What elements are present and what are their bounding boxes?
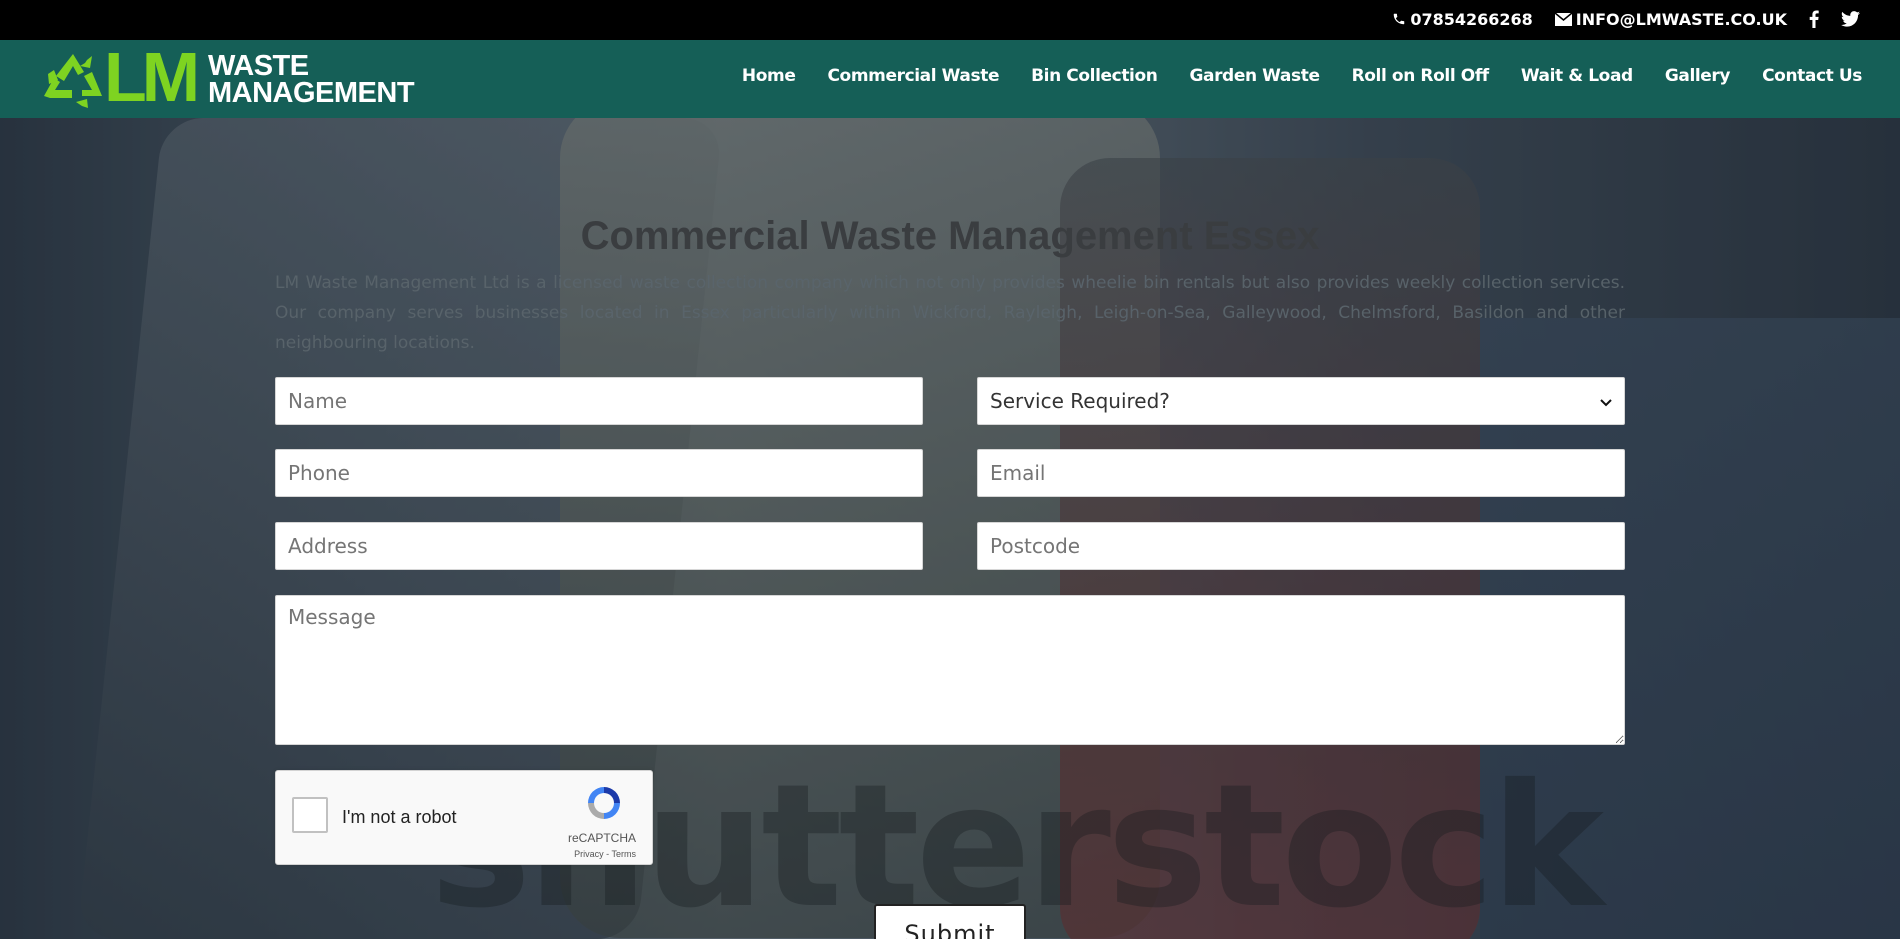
twitter-icon[interactable]: [1841, 11, 1860, 27]
nav-wait-and-load[interactable]: Wait & Load: [1521, 66, 1633, 86]
recaptcha-logo-icon: [584, 783, 624, 828]
top-bar: 07854266268 INFO@LMWASTE.CO.UK: [0, 0, 1900, 40]
site-header: LM WASTE MANAGEMENT Home Commercial Wast…: [0, 40, 1900, 118]
logo-wordmark: WASTE MANAGEMENT: [208, 50, 415, 109]
name-input[interactable]: [275, 377, 923, 425]
phone-link[interactable]: 07854266268: [1392, 9, 1533, 29]
phone-input[interactable]: [275, 449, 923, 497]
page-title: Commercial Waste Management Essex: [580, 214, 1320, 258]
mail-icon: [1554, 12, 1572, 26]
top-contact: 07854266268 INFO@LMWASTE.CO.UK: [1392, 9, 1860, 29]
nav-gallery[interactable]: Gallery: [1665, 66, 1731, 86]
nav-commercial-waste[interactable]: Commercial Waste: [827, 66, 999, 86]
email-input[interactable]: [977, 449, 1625, 497]
phone-icon: [1392, 12, 1406, 26]
nav-home[interactable]: Home: [742, 66, 796, 86]
message-textarea[interactable]: [275, 595, 1625, 745]
postcode-input[interactable]: [977, 522, 1625, 570]
address-input[interactable]: [275, 522, 923, 570]
logo-line-1: WASTE: [208, 50, 309, 82]
email-address: INFO@LMWASTE.CO.UK: [1575, 9, 1787, 29]
recaptcha-brand: reCAPTCHA: [567, 831, 636, 845]
nav-contact-us[interactable]: Contact Us: [1762, 66, 1862, 86]
email-link[interactable]: INFO@LMWASTE.CO.UK: [1554, 9, 1787, 29]
facebook-icon[interactable]: [1809, 10, 1819, 28]
nav-bin-collection[interactable]: Bin Collection: [1031, 66, 1158, 86]
nav-roll-on-roll-off[interactable]: Roll on Roll Off: [1352, 66, 1490, 86]
recaptcha-widget: I'm not a robot reCAPTCHA Privacy - Term…: [275, 770, 653, 865]
phone-number: 07854266268: [1410, 9, 1533, 29]
logo-line-2: MANAGEMENT: [208, 77, 415, 109]
recaptcha-label: I'm not a robot: [342, 807, 457, 827]
main-nav: Home Commercial Waste Bin Collection Gar…: [742, 66, 1862, 86]
service-select[interactable]: Service Required?: [977, 377, 1625, 425]
chevron-down-icon: [1600, 392, 1612, 411]
site-logo[interactable]: LM WASTE MANAGEMENT: [42, 42, 442, 113]
submit-button[interactable]: Submit: [874, 904, 1026, 939]
intro-text: LM Waste Management Ltd is a licensed wa…: [275, 273, 1625, 353]
recaptcha-checkbox[interactable]: [292, 797, 328, 833]
nav-garden-waste[interactable]: Garden Waste: [1189, 66, 1320, 86]
contact-section: shutterstock Commercial Waste Management…: [0, 118, 1900, 939]
recaptcha-links[interactable]: Privacy - Terms: [574, 849, 636, 859]
logo-lm: LM: [104, 38, 200, 116]
service-select-value: Service Required?: [990, 389, 1170, 413]
recycle-icon: [42, 52, 104, 113]
